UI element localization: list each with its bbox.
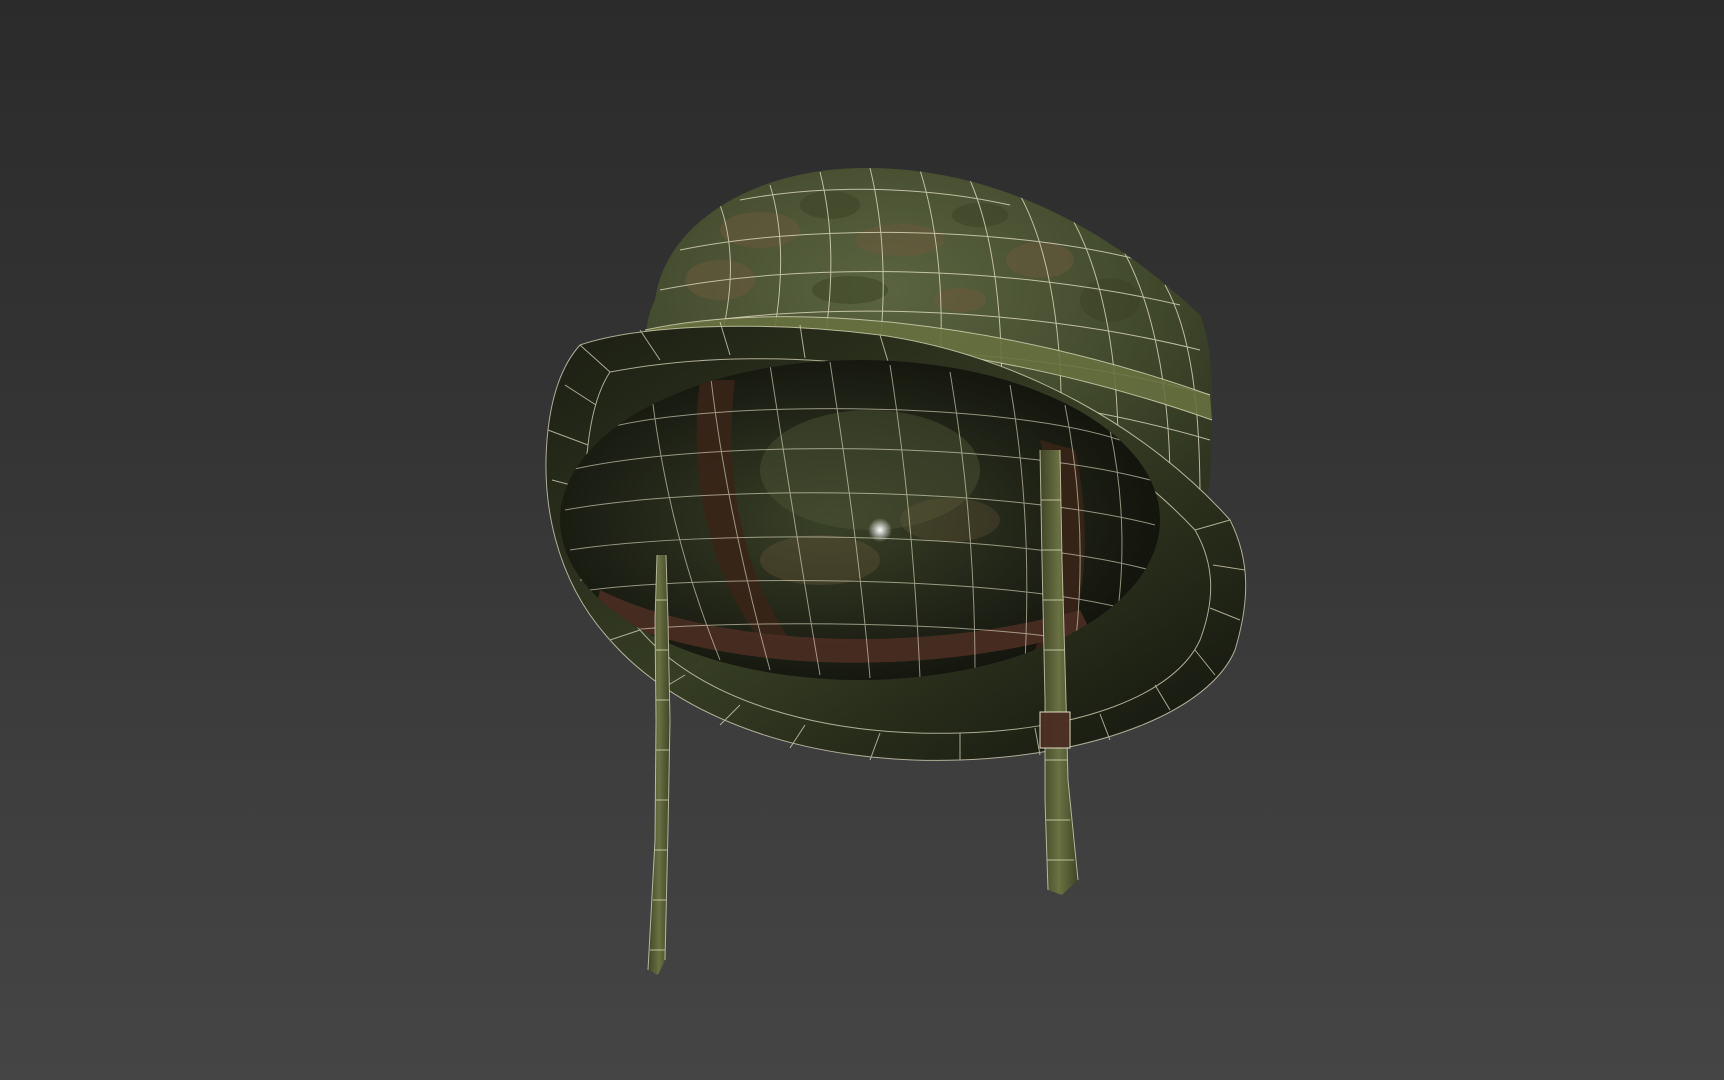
helmet-interior	[560, 360, 1160, 680]
viewport-scene[interactable]	[0, 0, 1724, 1080]
specular-highlight	[868, 518, 892, 542]
strap-buckle	[1039, 711, 1071, 749]
3d-viewport[interactable]	[0, 0, 1724, 1080]
